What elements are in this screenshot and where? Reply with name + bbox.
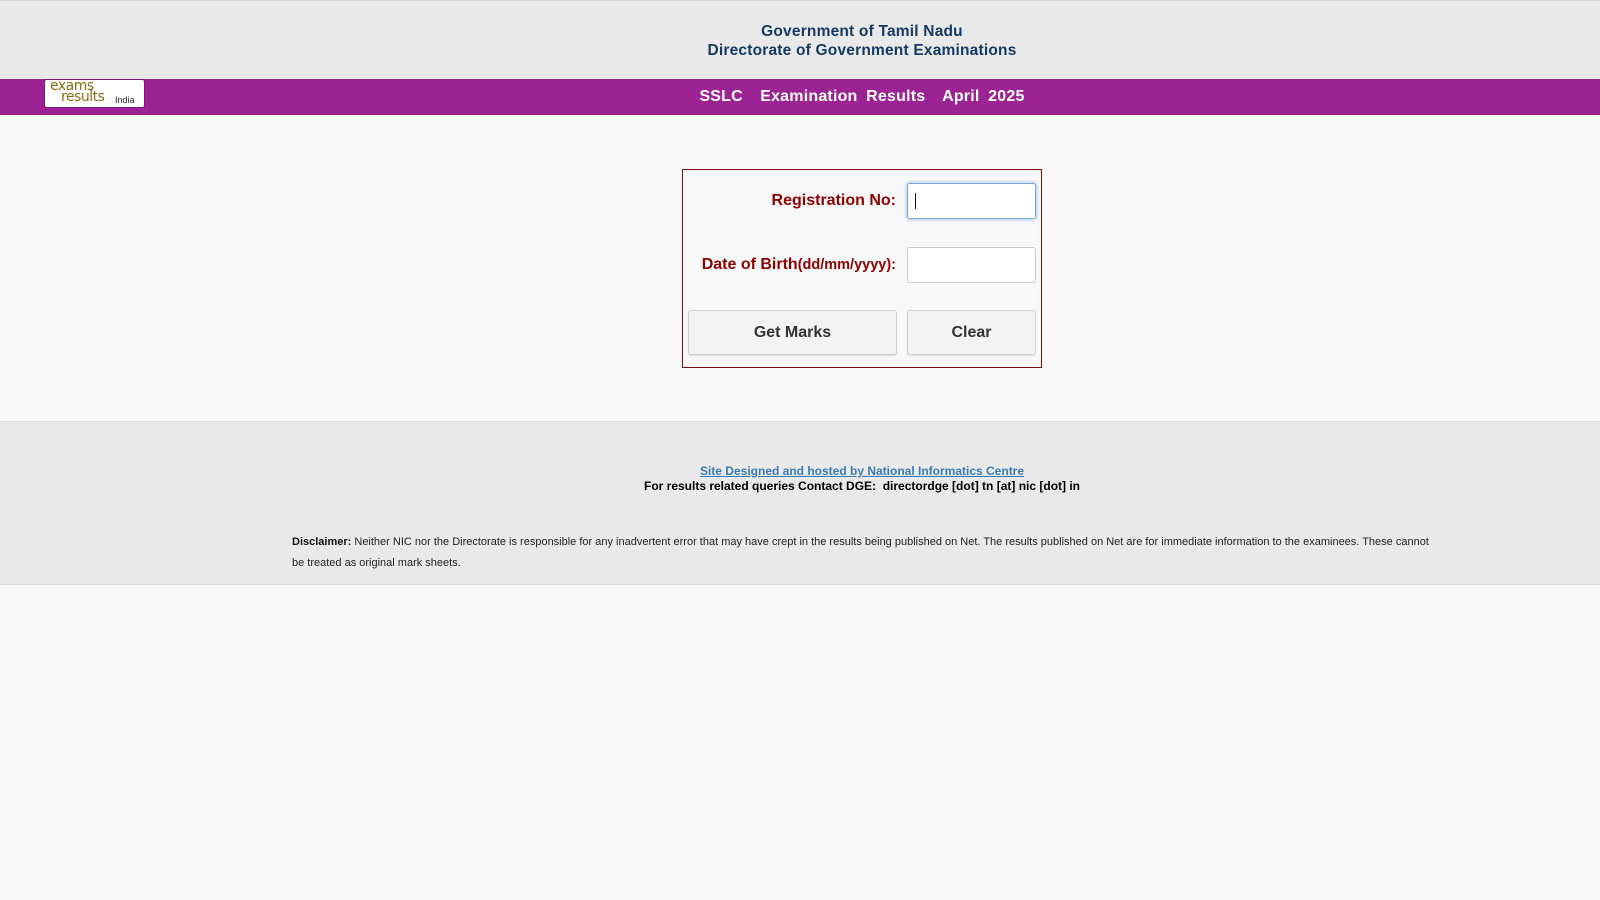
government-title: Government of Tamil Nadu Directorate of … xyxy=(0,22,1600,60)
disclaimer: Disclaimer: Neither NIC nor the Director… xyxy=(292,532,1442,574)
disclaimer-text: Neither NIC nor the Directorate is respo… xyxy=(292,536,1429,569)
footer: Site Designed and hosted by National Inf… xyxy=(0,421,1600,585)
government-name: Government of Tamil Nadu xyxy=(761,23,963,40)
date-of-birth-input[interactable] xyxy=(907,247,1036,283)
result-lookup-form: Registration No: Date of Birth(dd/mm/yyy… xyxy=(682,169,1042,368)
text-caret xyxy=(915,193,916,209)
top-header: Government of Tamil Nadu Directorate of … xyxy=(0,0,1600,79)
results-banner: exams results India SSLC Examination Res… xyxy=(0,79,1600,115)
date-format-hint: (dd/mm/yyyy): xyxy=(797,257,896,273)
get-marks-button[interactable]: Get Marks xyxy=(688,310,897,355)
directorate-name: Directorate of Government Examinations xyxy=(707,42,1017,59)
contact-info: For results related queries Contact DGE:… xyxy=(643,479,1081,493)
registration-number-input[interactable] xyxy=(907,183,1036,219)
nic-credit-link[interactable]: Site Designed and hosted by National Inf… xyxy=(0,464,1600,478)
registration-number-label: Registration No: xyxy=(771,192,896,209)
clear-button[interactable]: Clear xyxy=(907,310,1036,355)
disclaimer-label: Disclaimer: xyxy=(292,536,352,548)
date-of-birth-label: Date of Birth(dd/mm/yyyy): xyxy=(702,256,896,274)
exam-results-title: SSLC Examination Results April 2025 xyxy=(699,88,1025,105)
date-of-birth-label-text: Date of Birth xyxy=(701,256,798,273)
